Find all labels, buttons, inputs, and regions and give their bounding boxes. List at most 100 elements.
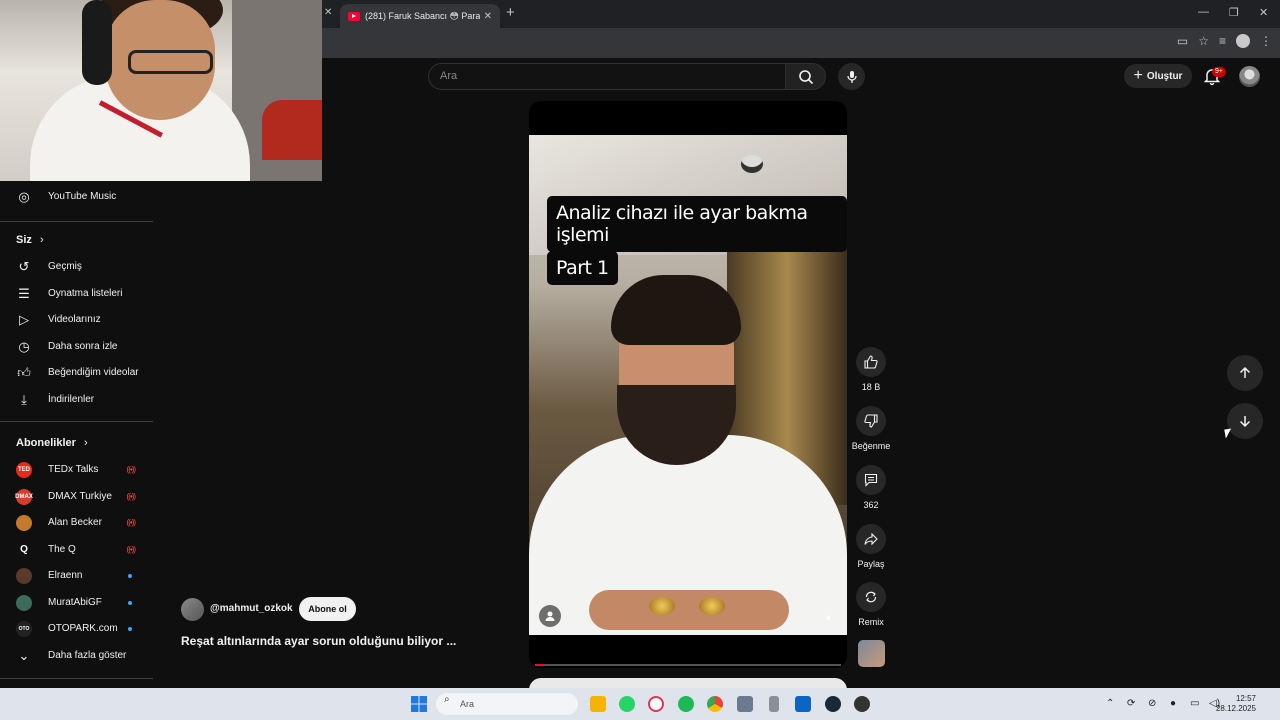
remix-label: Remix bbox=[858, 617, 884, 627]
sidebar-divider bbox=[0, 421, 153, 422]
playlists-icon: ☰ bbox=[18, 285, 30, 301]
opera-icon[interactable] bbox=[648, 696, 664, 712]
mouse-cursor bbox=[1224, 428, 1233, 439]
browser-menu-icon[interactable]: ⋮ bbox=[1260, 34, 1272, 48]
voice-search-button[interactable] bbox=[838, 63, 865, 90]
arrow-up-icon bbox=[1239, 366, 1251, 378]
maximize-button[interactable]: ❐ bbox=[1229, 6, 1239, 19]
chevron-down-icon: ⌄ bbox=[18, 647, 30, 663]
history-icon: ↺ bbox=[18, 258, 30, 274]
usb-drive-icon[interactable] bbox=[769, 696, 779, 712]
create-button[interactable]: + Oluştur bbox=[1124, 64, 1192, 88]
subscription-item[interactable]: Alan Becker ((•)) bbox=[0, 509, 153, 536]
whatsapp-icon[interactable] bbox=[619, 696, 635, 712]
video-frame: Analiz cihazı ile ayar bakma işlemi Part… bbox=[529, 135, 847, 635]
tab-close-icon[interactable]: ✕ bbox=[484, 11, 492, 22]
taskbar-search-input[interactable]: Ara bbox=[436, 693, 578, 715]
subscription-item[interactable]: Elraenn bbox=[0, 562, 153, 589]
microphone-icon[interactable]: ● bbox=[1170, 698, 1176, 709]
microphone-icon bbox=[846, 70, 857, 83]
dev-app-icon[interactable] bbox=[795, 696, 811, 712]
short-title[interactable]: Reşat altınlarında ayar sorun olduğunu b… bbox=[181, 634, 456, 648]
system-clock[interactable]: 12:57 28.12.2025 bbox=[1216, 694, 1256, 714]
previous-short-button[interactable] bbox=[1227, 355, 1263, 391]
like-button[interactable] bbox=[856, 347, 886, 377]
you-section-title: Siz bbox=[16, 234, 32, 246]
sidebar-item-playlists[interactable]: ☰ Oynatma listeleri bbox=[0, 280, 153, 307]
dislike-button[interactable] bbox=[856, 406, 886, 436]
channel-profile-icon[interactable] bbox=[539, 605, 561, 627]
windows-start-icon[interactable] bbox=[411, 696, 427, 712]
short-video-player[interactable]: Analiz cihazı ile ayar bakma işlemi Part… bbox=[529, 101, 847, 668]
sound-thumbnail[interactable] bbox=[858, 640, 885, 667]
comments-button[interactable] bbox=[856, 465, 886, 495]
channel-avatar: OTO bbox=[16, 620, 32, 637]
sidebar-item-downloads[interactable]: ⤓ İndirilenler bbox=[0, 386, 153, 413]
address-bar-actions: ▭ ☆ ≡ ⋮ bbox=[1177, 34, 1272, 48]
you-section-header[interactable]: Siz › bbox=[16, 234, 44, 246]
sync-icon[interactable]: ⟳ bbox=[1127, 698, 1135, 709]
obs-icon[interactable] bbox=[854, 696, 870, 712]
user-avatar[interactable] bbox=[1239, 66, 1260, 87]
sidebar-item-youtube-music[interactable]: ◎ YouTube Music bbox=[0, 183, 153, 210]
install-app-icon[interactable]: ▭ bbox=[1177, 34, 1188, 48]
channel-name: Elraenn bbox=[48, 570, 83, 581]
spotify-icon[interactable] bbox=[678, 696, 694, 712]
remix-action[interactable]: Remix bbox=[850, 582, 892, 627]
next-short-button[interactable] bbox=[1227, 403, 1263, 439]
search-input[interactable]: Ara bbox=[428, 63, 786, 90]
channel-avatar bbox=[16, 594, 32, 611]
liked-videos-icon: 👍︎ bbox=[17, 364, 31, 380]
tray-overflow-icon[interactable]: ⌃ bbox=[1106, 698, 1114, 709]
youtube-favicon-icon bbox=[348, 11, 360, 21]
browser-profile-avatar[interactable] bbox=[1236, 34, 1250, 48]
minimize-button[interactable]: — bbox=[1198, 6, 1209, 18]
channel-handle[interactable]: @mahmut_ozkok bbox=[210, 603, 293, 614]
subscription-item[interactable]: MuratAbiGF bbox=[0, 589, 153, 616]
share-label: Paylaş bbox=[857, 559, 885, 569]
channel-name: MuratAbiGF bbox=[48, 597, 102, 608]
video-progress-bar[interactable] bbox=[535, 664, 841, 666]
previous-tab-close-icon[interactable]: ✕ bbox=[324, 7, 332, 18]
subscribe-button[interactable]: Abone ol bbox=[299, 597, 356, 621]
subscriptions-section-header[interactable]: Abonelikler › bbox=[16, 437, 88, 449]
channel-avatar[interactable] bbox=[181, 598, 204, 621]
search-button[interactable] bbox=[786, 63, 826, 90]
sidebar-item-watch-later[interactable]: ◷ Daha sonra izle bbox=[0, 333, 153, 360]
close-window-button[interactable]: ✕ bbox=[1259, 6, 1268, 19]
subscription-item[interactable]: OTO OTOPARK.com bbox=[0, 615, 153, 642]
share-action[interactable]: Paylaş bbox=[850, 524, 892, 569]
file-explorer-icon[interactable] bbox=[590, 696, 606, 712]
subscriptions-title: Abonelikler bbox=[16, 437, 76, 449]
channel-avatar bbox=[16, 514, 32, 531]
like-action[interactable]: 18 B bbox=[850, 347, 892, 392]
volume-icon[interactable]: 🔈︎ bbox=[826, 612, 833, 625]
display-icon[interactable]: ▭ bbox=[1190, 698, 1199, 709]
sidebar-item-history[interactable]: ↺ Geçmiş bbox=[0, 253, 153, 280]
subscription-item[interactable]: TED TEDx Talks ((•)) bbox=[0, 456, 153, 483]
browser-tab-active[interactable]: (281) Faruk Sabancı 😳 Parası ✕ bbox=[340, 4, 500, 28]
live-indicator-icon: ((•)) bbox=[126, 465, 137, 474]
network-off-icon[interactable]: ⊘ bbox=[1148, 698, 1156, 709]
sidebar-item-liked-videos[interactable]: 👍︎ Beğendiğim videolar bbox=[0, 359, 153, 386]
subscription-item[interactable]: Q The Q ((•)) bbox=[0, 536, 153, 563]
watch-later-icon: ◷ bbox=[18, 338, 30, 354]
sidebar-divider bbox=[0, 221, 153, 222]
bookmark-star-icon[interactable]: ☆ bbox=[1198, 34, 1209, 48]
subscription-item[interactable]: DMAX DMAX Turkiye ((•)) bbox=[0, 483, 153, 510]
new-tab-button[interactable]: + bbox=[506, 4, 515, 21]
channel-name: OTOPARK.com bbox=[48, 623, 118, 634]
channel-name: Alan Becker bbox=[48, 517, 102, 528]
media-control-icon[interactable]: ≡ bbox=[1219, 34, 1226, 48]
comments-action[interactable]: 362 bbox=[850, 465, 892, 510]
sidebar-item-label: Geçmiş bbox=[48, 261, 82, 272]
camera-app-icon[interactable] bbox=[737, 696, 753, 712]
tab-title: (281) Faruk Sabancı 😳 Parası bbox=[365, 10, 480, 21]
chrome-icon[interactable] bbox=[707, 696, 723, 712]
share-button[interactable] bbox=[856, 524, 886, 554]
remix-button[interactable] bbox=[856, 582, 886, 612]
steam-icon[interactable] bbox=[825, 696, 841, 712]
dislike-action[interactable]: Beğenme bbox=[850, 406, 892, 451]
sidebar-item-your-videos[interactable]: ▷ Videolarınız bbox=[0, 306, 153, 333]
show-more-button[interactable]: ⌄ Daha fazla göster bbox=[0, 642, 153, 669]
